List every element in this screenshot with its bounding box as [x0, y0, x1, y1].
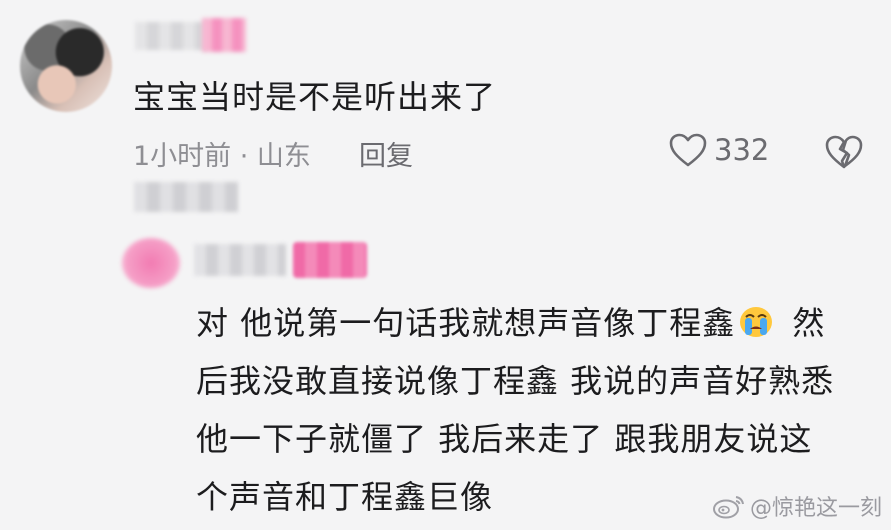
commenter-avatar[interactable] — [20, 20, 112, 112]
reply-line: 对 他说第一句话我就想声音像丁程鑫 然 — [196, 304, 826, 342]
watermark: @惊艳这一刻 — [712, 490, 882, 522]
commenter-badge-blurred — [202, 18, 246, 52]
replier-badge-blurred — [293, 242, 367, 278]
weibo-logo-icon — [713, 496, 744, 519]
broken-heart-icon — [825, 135, 863, 169]
reply-button[interactable]: 回复 — [359, 134, 413, 173]
comment-meta: 1小时前 · 山东 回复 — [133, 134, 413, 173]
replier-avatar[interactable] — [122, 238, 180, 288]
commenter-name-blurred[interactable] — [135, 22, 207, 50]
dislike-button[interactable] — [824, 134, 864, 174]
replier-name-blurred[interactable] — [194, 244, 286, 276]
comment-time-location: 1小时前 · 山东 — [133, 141, 311, 172]
reply-line: 他一下子就僵了 我后来走了 跟我朋友说这 — [196, 420, 813, 458]
comment-text: 宝宝当时是不是听出来了 — [133, 78, 497, 116]
watermark-text: @惊艳这一刻 — [750, 496, 883, 521]
like-button[interactable]: 332 — [668, 132, 769, 168]
crying-face-emoji-icon — [740, 307, 773, 337]
expand-replies-blurred[interactable] — [134, 182, 238, 212]
heart-icon — [669, 133, 707, 167]
reply-line: 后我没敢直接说像丁程鑫 我说的声音好熟悉 — [196, 362, 835, 400]
like-count: 332 — [714, 133, 770, 167]
